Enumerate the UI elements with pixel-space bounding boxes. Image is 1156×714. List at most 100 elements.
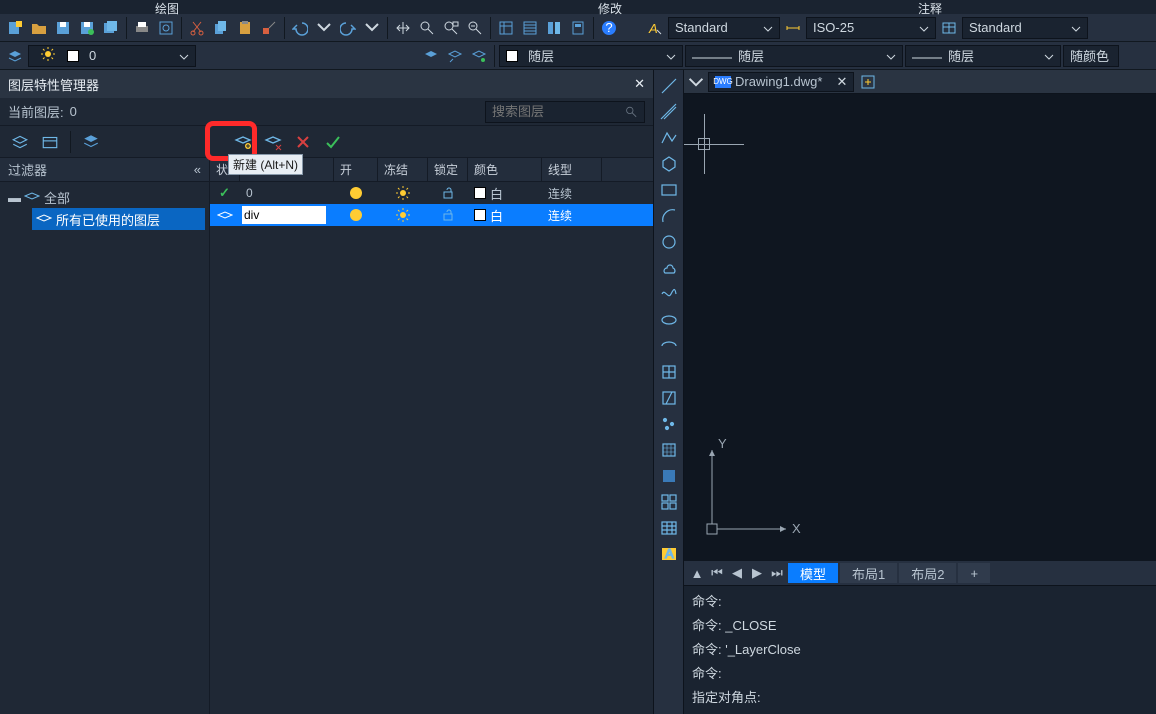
newfilter-icon[interactable] — [8, 130, 32, 154]
lock-open-icon[interactable] — [441, 208, 455, 222]
open-icon[interactable] — [28, 17, 50, 39]
pan-icon[interactable] — [392, 17, 414, 39]
nav-prev-icon[interactable]: ◀ — [728, 564, 746, 582]
layer-row[interactable]: ✓ 0 白 连续 — [210, 182, 653, 204]
print-icon[interactable] — [131, 17, 153, 39]
close-icon[interactable]: ✕ — [634, 76, 645, 92]
redo-dd-icon[interactable] — [361, 17, 383, 39]
textstyle-combo[interactable]: Standard — [668, 17, 780, 39]
search-box[interactable] — [485, 101, 645, 123]
matchprop-icon[interactable] — [258, 17, 280, 39]
col-on[interactable]: 开 — [334, 158, 378, 181]
color-swatch[interactable] — [474, 209, 486, 221]
help-icon[interactable]: ? — [598, 17, 620, 39]
spline-icon[interactable] — [657, 282, 681, 306]
sun-icon[interactable] — [396, 208, 410, 222]
nav-up-icon[interactable]: ▲ — [688, 564, 706, 582]
hatch-icon[interactable] — [657, 438, 681, 462]
designcenter-icon[interactable] — [519, 17, 541, 39]
ellipsearc-icon[interactable] — [657, 334, 681, 358]
color-swatch[interactable] — [474, 187, 486, 199]
sun-icon[interactable] — [396, 186, 410, 200]
gradient-icon[interactable] — [657, 464, 681, 488]
col-color[interactable]: 颜色 — [468, 158, 542, 181]
calc-icon[interactable] — [567, 17, 589, 39]
point-icon[interactable] — [657, 412, 681, 436]
layer-combo[interactable]: 0 — [28, 45, 196, 67]
col-lock[interactable]: 锁定 — [428, 158, 468, 181]
chevron-down-icon[interactable] — [688, 74, 704, 90]
paste-icon[interactable] — [234, 17, 256, 39]
zoom-prev-icon[interactable] — [464, 17, 486, 39]
line-icon[interactable] — [657, 74, 681, 98]
xline-icon[interactable] — [657, 100, 681, 124]
arc-icon[interactable] — [657, 204, 681, 228]
toolpalette-icon[interactable] — [543, 17, 565, 39]
bulb-icon[interactable] — [350, 209, 362, 221]
setcurrent-icon[interactable] — [321, 130, 345, 154]
saveall-icon[interactable] — [100, 17, 122, 39]
save-icon[interactable] — [52, 17, 74, 39]
command-window[interactable]: 命令: 命令: _CLOSE 命令: '_LayerClose 命令: 指定对角… — [684, 585, 1156, 714]
layeriso-icon[interactable] — [468, 45, 490, 67]
new-tab-icon[interactable] — [858, 72, 878, 92]
preview-icon[interactable] — [155, 17, 177, 39]
doc-tab[interactable]: DWG Drawing1.dwg* ✕ — [708, 72, 854, 92]
textstyle-icon[interactable]: A — [644, 17, 666, 39]
bulb-icon[interactable] — [350, 187, 362, 199]
linetype-combo[interactable]: 随层 — [685, 45, 903, 67]
menu-annotate[interactable]: 注释 — [918, 0, 942, 17]
layerstates-icon[interactable] — [79, 130, 103, 154]
lock-open-icon[interactable] — [441, 186, 455, 200]
layerprev-icon[interactable] — [444, 45, 466, 67]
layermatch-icon[interactable] — [420, 45, 442, 67]
layer-row[interactable]: 白 连续 — [210, 204, 653, 226]
layerprops-icon[interactable] — [4, 45, 26, 67]
layer-linetype[interactable]: 连续 — [542, 204, 602, 226]
tab-add-layout[interactable]: + — [958, 563, 990, 583]
color-combo[interactable]: 随层 — [499, 45, 683, 67]
nav-last-icon[interactable]: ⏭ — [768, 564, 786, 582]
region-icon[interactable] — [657, 490, 681, 514]
dimstyle-icon[interactable] — [782, 17, 804, 39]
rectangle-icon[interactable] — [657, 178, 681, 202]
plotstyle-combo[interactable]: 随颜色 — [1063, 45, 1119, 67]
newgroup-icon[interactable] — [38, 130, 62, 154]
new-icon[interactable] — [4, 17, 26, 39]
polyline-icon[interactable] — [657, 126, 681, 150]
polygon-icon[interactable] — [657, 152, 681, 176]
collapse-icon[interactable]: « — [194, 162, 201, 177]
redo-icon[interactable] — [337, 17, 359, 39]
ellipse-icon[interactable] — [657, 308, 681, 332]
nav-first-icon[interactable]: ⏮ — [708, 564, 726, 582]
tablestyle-combo[interactable]: Standard — [962, 17, 1088, 39]
panel-titlebar[interactable]: 图层特性管理器 ✕ — [0, 70, 653, 98]
cut-icon[interactable] — [186, 17, 208, 39]
deletelayer-icon[interactable] — [291, 130, 315, 154]
saveas-icon[interactable] — [76, 17, 98, 39]
minus-icon[interactable]: ▬ — [8, 190, 20, 205]
zoom-window-icon[interactable] — [440, 17, 462, 39]
copy-icon[interactable] — [210, 17, 232, 39]
layer-name-input[interactable] — [242, 206, 326, 224]
block-icon[interactable] — [657, 386, 681, 410]
tab-layout1[interactable]: 布局1 — [840, 563, 897, 583]
newlayer-icon[interactable] — [231, 130, 255, 154]
dimstyle-combo[interactable]: ISO-25 — [806, 17, 936, 39]
tab-close-icon[interactable]: ✕ — [836, 74, 847, 90]
table-icon[interactable] — [657, 516, 681, 540]
search-input[interactable] — [492, 104, 625, 119]
tree-used[interactable]: 所有已使用的图层 — [32, 208, 205, 230]
mtext-icon[interactable]: A — [657, 542, 681, 566]
properties-icon[interactable] — [495, 17, 517, 39]
tab-model[interactable]: 模型 — [788, 563, 838, 583]
col-freeze[interactable]: 冻结 — [378, 158, 428, 181]
tab-layout2[interactable]: 布局2 — [899, 563, 956, 583]
revcloud-icon[interactable] — [657, 256, 681, 280]
undo-dd-icon[interactable] — [313, 17, 335, 39]
zoom-realtime-icon[interactable] — [416, 17, 438, 39]
lineweight-combo[interactable]: 随层 — [905, 45, 1061, 67]
layer-name[interactable]: 0 — [240, 182, 334, 204]
menu-modify[interactable]: 修改 — [598, 0, 622, 17]
menu-draw[interactable]: 绘图 — [155, 0, 179, 17]
